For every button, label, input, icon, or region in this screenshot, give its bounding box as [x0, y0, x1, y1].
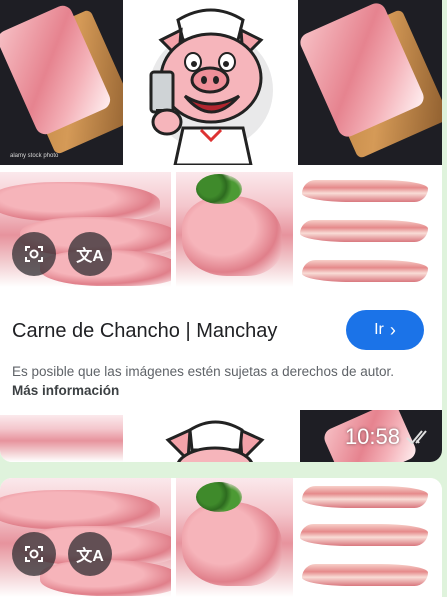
copyright-notice-text: Es posible que las imágenes estén sujeta… [12, 364, 394, 379]
image-pork-ribs-right[interactable] [298, 0, 442, 165]
image-message-bubble-2[interactable]: 文A [0, 478, 442, 597]
translate-icon: 文A [76, 548, 104, 565]
pig-chef-illustration [165, 420, 265, 462]
translate-button[interactable]: 文A [68, 532, 112, 576]
google-lens-button[interactable] [12, 232, 56, 276]
message-timestamp: 10:58 [345, 424, 432, 450]
image-pork-loin-parsley[interactable] [176, 172, 293, 287]
image-pork-ribs-left[interactable]: alamy stock photo [0, 0, 123, 165]
go-button[interactable]: Ir › [346, 310, 424, 350]
image-result-card: Carne de Chancho | Manchay Ir › Es posib… [0, 287, 442, 405]
image-partial-pig[interactable] [150, 410, 280, 462]
image-pork-chops-stack-2[interactable]: 文A [0, 478, 171, 597]
more-info-link[interactable]: Más información [12, 383, 119, 398]
image-partial-left[interactable] [0, 415, 123, 462]
translate-button[interactable]: 文A [68, 232, 112, 276]
google-lens-icon [25, 246, 43, 262]
translate-icon: 文A [76, 248, 104, 265]
pig-chef-illustration [149, 8, 273, 165]
copyright-notice: Es posible que las imágenes estén sujeta… [12, 362, 404, 400]
watermark-text: alamy stock photo [10, 153, 59, 159]
image-message-bubble[interactable]: alamy stock photo 文A Carne de Chancho | … [0, 0, 442, 462]
go-button-label: Ir [374, 321, 384, 338]
google-lens-icon [25, 546, 43, 562]
image-pig-chef-cartoon[interactable] [123, 0, 298, 165]
result-title[interactable]: Carne de Chancho | Manchay [12, 320, 277, 343]
google-lens-button[interactable] [12, 532, 56, 576]
image-pork-loin-parsley-2[interactable] [176, 478, 293, 597]
chevron-right-icon: › [389, 319, 396, 340]
image-pork-chops-stack[interactable]: 文A [0, 172, 171, 287]
image-pork-belly-strips-2[interactable] [296, 478, 442, 597]
image-pork-belly-strips[interactable] [296, 172, 442, 287]
message-time: 10:58 [344, 424, 400, 449]
double-check-read-icon [406, 430, 427, 445]
